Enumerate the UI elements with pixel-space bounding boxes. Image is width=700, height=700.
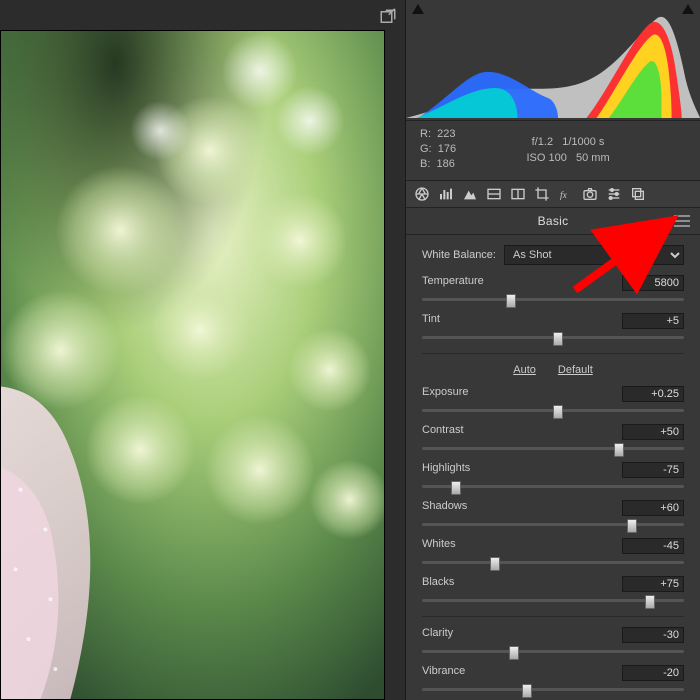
divider — [422, 353, 684, 354]
default-link[interactable]: Default — [558, 364, 593, 376]
divider — [422, 616, 684, 617]
exposure-handle[interactable] — [553, 405, 563, 419]
shadows-value[interactable]: +60 — [622, 500, 684, 516]
mountain-icon[interactable] — [460, 185, 480, 203]
value-g: 176 — [438, 143, 456, 155]
svg-text:fx: fx — [560, 190, 568, 201]
temperature-value[interactable]: 5800 — [622, 275, 684, 291]
label-g: G: — [420, 143, 432, 155]
basic-panel-body: White Balance: As Shot Temperature 5800 Ti… — [406, 235, 700, 700]
contrast-value[interactable]: +50 — [622, 424, 684, 440]
contrast-handle[interactable] — [614, 443, 624, 457]
exposure-label: Exposure — [422, 386, 468, 402]
tint-handle[interactable] — [553, 332, 563, 346]
tool-strip: fx — [406, 181, 700, 208]
whites-value[interactable]: -45 — [622, 538, 684, 554]
vibrance-label: Vibrance — [422, 665, 465, 681]
label-b: B: — [420, 158, 430, 170]
vibrance-value[interactable]: -20 — [622, 665, 684, 681]
shadows-slider[interactable]: Shadows +60 — [422, 500, 684, 530]
whites-handle[interactable] — [490, 557, 500, 571]
fx-icon[interactable]: fx — [556, 185, 576, 203]
shadows-handle[interactable] — [627, 519, 637, 533]
clarity-track[interactable] — [422, 650, 684, 653]
image-viewer[interactable] — [0, 0, 405, 700]
highlights-handle[interactable] — [451, 481, 461, 495]
value-shutter: 1/1000 s — [562, 136, 604, 148]
contrast-track[interactable] — [422, 447, 684, 450]
temperature-handle[interactable] — [506, 294, 516, 308]
info-readout: R: 223 G: 176 B: 186 f/1.2 1/1000 s ISO … — [406, 121, 700, 181]
temperature-track[interactable] — [422, 298, 684, 301]
panel-title: Basic — [538, 214, 569, 228]
vibrance-handle[interactable] — [522, 684, 532, 698]
whites-label: Whites — [422, 538, 456, 554]
auto-link[interactable]: Auto — [513, 364, 536, 376]
aperture-icon[interactable] — [412, 185, 432, 203]
white-balance-select[interactable]: As Shot — [504, 245, 684, 265]
panel-menu-icon[interactable] — [674, 215, 690, 227]
white-balance-label: White Balance: — [422, 249, 496, 261]
layers-icon[interactable] — [628, 185, 648, 203]
whites-track[interactable] — [422, 561, 684, 564]
histogram-icon[interactable] — [436, 185, 456, 203]
tint-value[interactable]: +5 — [622, 313, 684, 329]
clarity-slider[interactable]: Clarity -30 — [422, 627, 684, 657]
value-focal: 50 mm — [576, 152, 610, 164]
value-b: 186 — [437, 158, 455, 170]
highlights-track[interactable] — [422, 485, 684, 488]
blacks-slider[interactable]: Blacks +75 — [422, 576, 684, 606]
value-aperture: f/1.2 — [532, 136, 553, 148]
panel-vertical-icon[interactable] — [508, 185, 528, 203]
blacks-handle[interactable] — [645, 595, 655, 609]
blacks-label: Blacks — [422, 576, 454, 592]
label-r: R: — [420, 128, 431, 140]
develop-panel: R: 223 G: 176 B: 186 f/1.2 1/1000 s ISO … — [405, 0, 700, 700]
vibrance-slider[interactable]: Vibrance -20 — [422, 665, 684, 695]
crop-icon[interactable] — [532, 185, 552, 203]
contrast-label: Contrast — [422, 424, 464, 440]
highlights-value[interactable]: -75 — [622, 462, 684, 478]
shadows-label: Shadows — [422, 500, 467, 516]
histogram[interactable] — [406, 0, 700, 121]
highlights-slider[interactable]: Highlights -75 — [422, 462, 684, 492]
temperature-label: Temperature — [422, 275, 484, 291]
value-r: 223 — [437, 128, 455, 140]
panel-header[interactable]: Basic — [406, 208, 700, 235]
clarity-handle[interactable] — [509, 646, 519, 660]
export-icon[interactable] — [379, 8, 397, 26]
exposure-value[interactable]: +0.25 — [622, 386, 684, 402]
contrast-slider[interactable]: Contrast +50 — [422, 424, 684, 454]
vibrance-track[interactable] — [422, 688, 684, 691]
temperature-slider[interactable]: Temperature 5800 — [422, 275, 684, 305]
clarity-label: Clarity — [422, 627, 453, 643]
clarity-value[interactable]: -30 — [622, 627, 684, 643]
exposure-slider[interactable]: Exposure +0.25 — [422, 386, 684, 416]
camera-icon[interactable] — [580, 185, 600, 203]
preview-image — [0, 30, 385, 700]
value-iso: ISO 100 — [526, 152, 566, 164]
panel-horizontal-icon[interactable] — [484, 185, 504, 203]
tint-label: Tint — [422, 313, 440, 329]
whites-slider[interactable]: Whites -45 — [422, 538, 684, 568]
sliders-icon[interactable] — [604, 185, 624, 203]
blacks-value[interactable]: +75 — [622, 576, 684, 592]
shadows-track[interactable] — [422, 523, 684, 526]
highlights-label: Highlights — [422, 462, 470, 478]
tint-slider[interactable]: Tint +5 — [422, 313, 684, 343]
